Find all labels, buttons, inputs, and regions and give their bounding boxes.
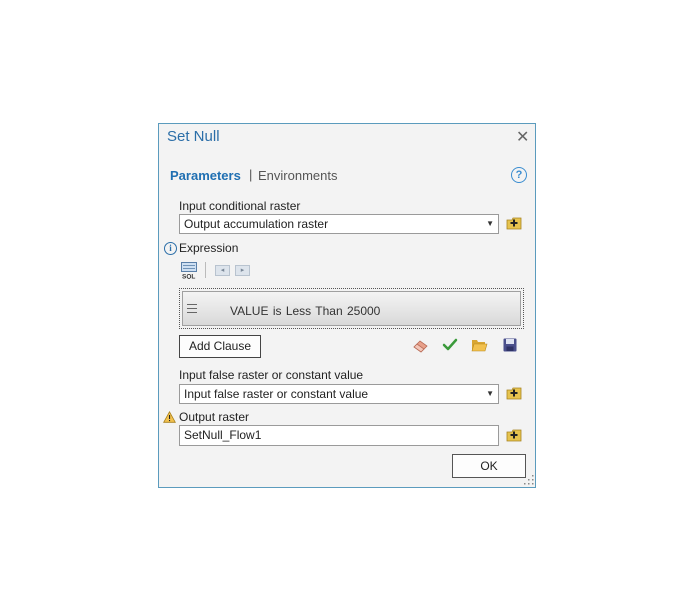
eraser-icon[interactable] bbox=[412, 338, 429, 353]
expression-clause-container: VALUE is Less Than 25000 bbox=[179, 288, 524, 329]
chevron-down-icon: ▼ bbox=[486, 389, 494, 398]
info-icon[interactable]: i bbox=[164, 242, 177, 255]
input-conditional-raster-value: Output accumulation raster bbox=[184, 217, 329, 231]
input-conditional-raster-label: Input conditional raster bbox=[179, 199, 301, 213]
arrow-left-icon[interactable]: ◂ bbox=[215, 265, 230, 276]
help-icon[interactable]: ? bbox=[511, 167, 527, 183]
tab-parameters[interactable]: Parameters bbox=[170, 168, 241, 183]
browse-folder-add-icon[interactable] bbox=[506, 386, 522, 400]
input-conditional-raster-dropdown[interactable]: Output accumulation raster ▼ bbox=[179, 214, 499, 234]
set-null-dialog: Set Null ✕ Parameters | Environments ? I… bbox=[158, 123, 536, 488]
input-false-raster-value: Input false raster or constant value bbox=[184, 387, 369, 401]
tab-environments[interactable]: Environments bbox=[258, 168, 337, 183]
tab-separator: | bbox=[249, 167, 253, 182]
clause-operator: is Less Than bbox=[272, 304, 343, 318]
resize-grip-icon[interactable] bbox=[523, 474, 535, 486]
clause-field: VALUE bbox=[230, 304, 269, 318]
expression-label: Expression bbox=[179, 241, 239, 255]
expression-clause[interactable]: VALUE is Less Than 25000 bbox=[182, 291, 521, 326]
warning-icon[interactable] bbox=[163, 411, 176, 423]
toolbar-separator bbox=[205, 262, 206, 278]
output-raster-label: Output raster bbox=[179, 410, 250, 424]
close-icon[interactable]: ✕ bbox=[516, 127, 529, 147]
save-icon[interactable] bbox=[503, 338, 517, 352]
browse-folder-add-icon[interactable] bbox=[506, 428, 522, 442]
clause-text: VALUE is Less Than 25000 bbox=[230, 304, 380, 318]
arrow-right-icon[interactable]: ▸ bbox=[235, 265, 250, 276]
input-false-raster-dropdown[interactable]: Input false raster or constant value ▼ bbox=[179, 384, 499, 404]
input-false-raster-label: Input false raster or constant value bbox=[179, 368, 364, 382]
chevron-down-icon: ▼ bbox=[486, 219, 494, 228]
svg-text:SQL: SQL bbox=[182, 274, 195, 280]
output-raster-input[interactable]: SetNull_Flow1 bbox=[179, 425, 499, 446]
drag-handle-icon[interactable] bbox=[187, 304, 197, 316]
clause-value: 25000 bbox=[346, 304, 381, 318]
open-folder-icon[interactable] bbox=[471, 338, 488, 352]
add-clause-button[interactable]: Add Clause bbox=[179, 335, 261, 358]
dialog-title: Set Null bbox=[167, 128, 220, 145]
sql-icon[interactable]: SQL bbox=[181, 262, 197, 279]
browse-folder-add-icon[interactable] bbox=[506, 216, 522, 230]
check-icon[interactable] bbox=[442, 338, 458, 352]
ok-button[interactable]: OK bbox=[452, 454, 526, 478]
